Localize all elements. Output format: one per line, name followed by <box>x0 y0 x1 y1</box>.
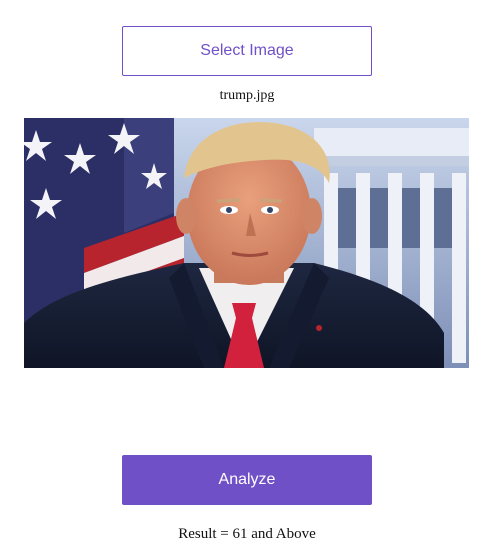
result-text: Result = 61 and Above <box>178 526 316 542</box>
image-preview <box>24 118 469 368</box>
selected-filename: trump.jpg <box>219 88 275 103</box>
select-image-button[interactable]: Select Image <box>122 26 372 76</box>
analyze-button[interactable]: Analyze <box>122 455 372 505</box>
portrait-photo <box>24 118 469 368</box>
